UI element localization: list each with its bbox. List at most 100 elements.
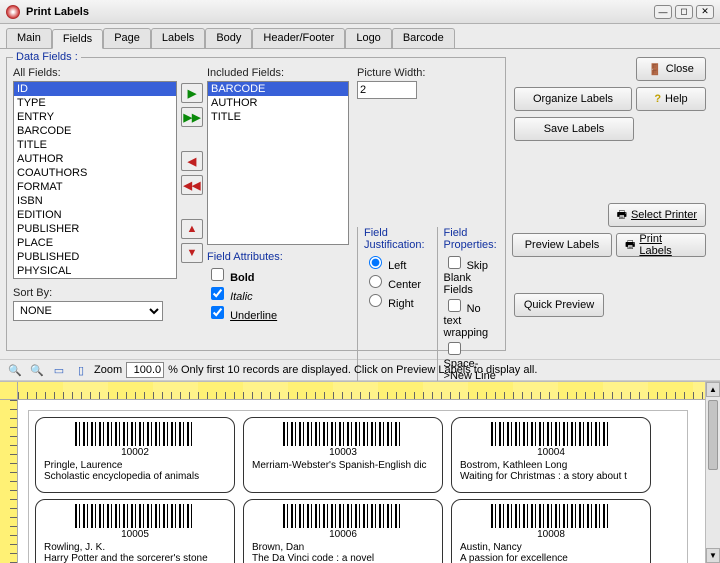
- all-fields-list[interactable]: IDTYPEENTRYBARCODETITLEAUTHORCOAUTHORSFO…: [13, 81, 177, 279]
- included-field-item[interactable]: AUTHOR: [208, 96, 348, 110]
- all-field-item[interactable]: FORMAT: [14, 180, 176, 194]
- maximize-button[interactable]: ◻: [675, 5, 693, 19]
- zoom-in-icon[interactable]: 🔍: [6, 361, 24, 379]
- scroll-thumb[interactable]: [708, 400, 718, 470]
- label-card: 10003 Merriam-Webster's Spanish-English d…: [243, 417, 443, 493]
- quick-preview-button[interactable]: Quick Preview: [514, 293, 604, 317]
- barcode-graphic: [283, 504, 403, 528]
- barcode-graphic: [491, 504, 611, 528]
- print-labels-button[interactable]: 🖶 Print Labels: [616, 233, 706, 257]
- included-field-item[interactable]: TITLE: [208, 110, 348, 124]
- label-title: Waiting for Christmas : a story about t: [460, 471, 642, 482]
- label-card: 10005Rowling, J. K.Harry Potter and the …: [35, 499, 235, 563]
- barcode-graphic: [75, 422, 195, 446]
- justify-right-radio[interactable]: Right: [364, 291, 425, 310]
- all-field-item[interactable]: PLACE: [14, 236, 176, 250]
- remove-field-button[interactable]: ◀: [181, 151, 203, 171]
- all-field-item[interactable]: AUTHOR: [14, 152, 176, 166]
- titlebar: Print Labels — ◻ ✕: [0, 0, 720, 24]
- door-icon: 🚪: [648, 63, 662, 76]
- app-icon: [6, 5, 20, 19]
- vertical-scrollbar[interactable]: ▲ ▼: [705, 382, 720, 563]
- organize-labels-button[interactable]: Organize Labels: [514, 87, 632, 111]
- label-author: Bostrom, Kathleen Long: [460, 460, 642, 471]
- help-button[interactable]: ?Help: [636, 87, 706, 111]
- tab-labels[interactable]: Labels: [151, 28, 205, 48]
- all-field-item[interactable]: TYPE: [14, 96, 176, 110]
- zoom-label: Zoom: [94, 364, 122, 376]
- picture-width-input[interactable]: [357, 81, 417, 99]
- sort-by-select[interactable]: NONE: [13, 301, 163, 321]
- zoom-input[interactable]: [126, 362, 164, 378]
- underline-checkbox[interactable]: Underline: [207, 303, 307, 322]
- field-attributes-label: Field Attributes:: [207, 251, 307, 263]
- label-card: 10004 Bostrom, Kathleen LongWaiting for C…: [451, 417, 651, 493]
- vertical-ruler: [0, 400, 18, 563]
- sort-by-label: Sort By:: [13, 287, 177, 299]
- fit-width-icon[interactable]: ▯: [72, 361, 90, 379]
- barcode-graphic: [491, 422, 611, 446]
- label-title: Merriam-Webster's Spanish-English dic: [252, 460, 434, 471]
- tab-main[interactable]: Main: [6, 28, 52, 48]
- barcode-number: 10002: [44, 447, 226, 458]
- barcode-number: 10006: [252, 529, 434, 540]
- move-down-button[interactable]: ▼: [181, 243, 203, 263]
- ruler-corner: [0, 382, 18, 400]
- add-field-button[interactable]: ▶: [181, 83, 203, 103]
- label-author: Pringle, Laurence: [44, 460, 226, 471]
- select-printer-button[interactable]: 🖶 Select Printer: [608, 203, 706, 227]
- add-all-fields-button[interactable]: ▶▶: [181, 107, 203, 127]
- barcode-graphic: [75, 504, 195, 528]
- no-wrap-checkbox[interactable]: No text wrapping: [444, 296, 497, 339]
- barcode-number: 10003: [252, 447, 434, 458]
- horizontal-ruler: [18, 382, 720, 400]
- data-fields-group: Data Fields : All Fields: IDTYPEENTRYBAR…: [6, 51, 506, 351]
- included-fields-list[interactable]: BARCODEAUTHORTITLE: [207, 81, 349, 245]
- printer-icon: 🖶: [617, 206, 627, 225]
- toolbar-message: % Only first 10 records are displayed. C…: [168, 364, 537, 376]
- italic-checkbox[interactable]: Italic: [207, 284, 307, 303]
- all-field-item[interactable]: ISBN: [14, 194, 176, 208]
- scroll-down-icon[interactable]: ▼: [706, 548, 720, 563]
- preview-area: 10002Pringle, LaurenceScholastic encyclo…: [0, 381, 720, 563]
- tab-header-footer[interactable]: Header/Footer: [252, 28, 345, 48]
- tab-logo[interactable]: Logo: [345, 28, 391, 48]
- tab-body[interactable]: Body: [205, 28, 252, 48]
- all-field-item[interactable]: PUBLISHED: [14, 250, 176, 264]
- tab-barcode[interactable]: Barcode: [392, 28, 455, 48]
- move-up-button[interactable]: ▲: [181, 219, 203, 239]
- all-field-item[interactable]: EDITION: [14, 208, 176, 222]
- zoom-out-icon[interactable]: 🔍: [28, 361, 46, 379]
- tab-page[interactable]: Page: [103, 28, 151, 48]
- tab-fields[interactable]: Fields: [52, 29, 103, 49]
- label-title: A passion for excellence: [460, 553, 642, 563]
- scroll-up-icon[interactable]: ▲: [706, 382, 720, 397]
- all-field-item[interactable]: TITLE: [14, 138, 176, 152]
- included-field-item[interactable]: BARCODE: [208, 82, 348, 96]
- justify-left-radio[interactable]: Left: [364, 253, 425, 272]
- label-card: 10008Austin, NancyA passion for excellen…: [451, 499, 651, 563]
- barcode-number: 10004: [460, 447, 642, 458]
- bold-checkbox[interactable]: Bold: [207, 265, 307, 284]
- preview-labels-button[interactable]: Preview Labels: [512, 233, 612, 257]
- close-button[interactable]: 🚪Close: [636, 57, 706, 81]
- window-title: Print Labels: [26, 6, 654, 18]
- barcode-number: 10008: [460, 529, 642, 540]
- all-field-item[interactable]: PUBLISHER: [14, 222, 176, 236]
- all-fields-label: All Fields:: [13, 67, 177, 79]
- all-field-item[interactable]: ENTRY: [14, 110, 176, 124]
- justify-center-radio[interactable]: Center: [364, 272, 425, 291]
- all-field-item[interactable]: BARCODE: [14, 124, 176, 138]
- all-field-item[interactable]: COAUTHORS: [14, 166, 176, 180]
- all-field-item[interactable]: SERIES: [14, 278, 176, 279]
- close-window-button[interactable]: ✕: [696, 5, 714, 19]
- all-field-item[interactable]: PHYSICAL: [14, 264, 176, 278]
- all-field-item[interactable]: ID: [14, 82, 176, 96]
- help-icon: ?: [654, 93, 661, 105]
- remove-all-fields-button[interactable]: ◀◀: [181, 175, 203, 195]
- tab-bar: Main Fields Page Labels Body Header/Foot…: [0, 24, 720, 49]
- minimize-button[interactable]: —: [654, 5, 672, 19]
- skip-blank-checkbox[interactable]: Skip Blank Fields: [444, 253, 497, 296]
- fit-page-icon[interactable]: ▭: [50, 361, 68, 379]
- save-labels-button[interactable]: Save Labels: [514, 117, 634, 141]
